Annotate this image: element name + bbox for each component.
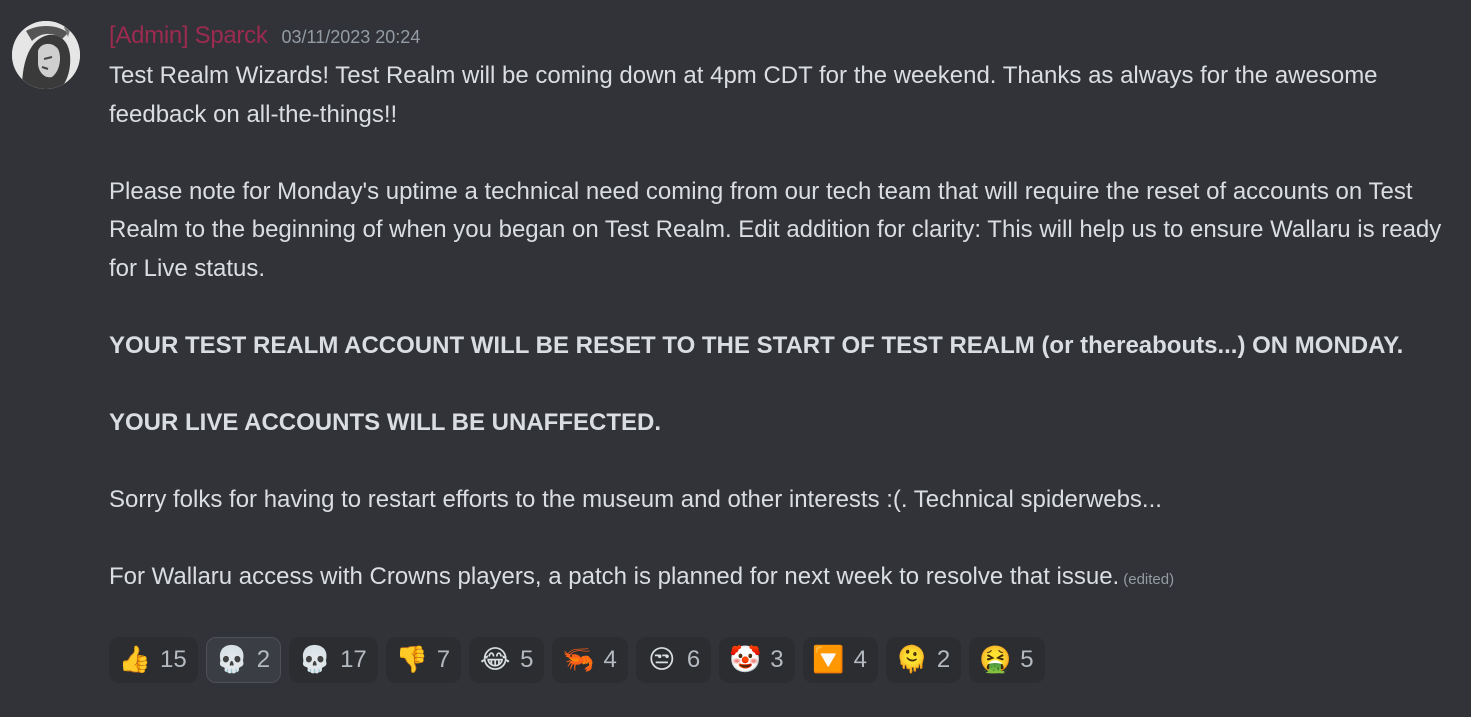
- message-paragraph: Test Realm Wizards! Test Realm will be c…: [109, 62, 1378, 128]
- reaction-count: 5: [520, 646, 534, 673]
- shrimp-icon: 🦐: [562, 645, 595, 675]
- message-paragraph-bold: YOUR TEST REALM ACCOUNT WILL BE RESET TO…: [109, 331, 1404, 359]
- message-paragraph-last: For Wallaru access with Crowns players, …: [109, 558, 1457, 600]
- unamused-face-icon: 😒: [648, 645, 676, 675]
- reaction-button[interactable]: 😂 5: [469, 637, 545, 683]
- vomiting-face-icon: 🤮: [979, 645, 1012, 675]
- reactions-bar: 👍 15 💀 2 💀 17 👎 7 😂 5 🦐 4 😒 6 🤡 3 🔽 4 🫠 2 🤮 5: [109, 637, 1045, 683]
- reaction-button[interactable]: 👎 7: [385, 637, 462, 683]
- message-paragraph-text: For Wallaru access with Crowns players, …: [109, 562, 1120, 590]
- reaction-count: 2: [936, 646, 951, 673]
- reaction-button[interactable]: 🦐 4: [552, 637, 628, 683]
- tears-of-joy-icon: 😂: [479, 645, 511, 675]
- melting-face-icon: 🫠: [895, 645, 929, 675]
- message-content: [Admin] Sparck 03/11/2023 20:24 Test Rea…: [109, 22, 1457, 599]
- message-paragraph: Please note for Monday's uptime a techni…: [109, 177, 1442, 282]
- thumbs-up-icon: 👍: [118, 645, 152, 675]
- reaction-count: 4: [603, 646, 617, 673]
- message-body: Test Realm Wizards! Test Realm will be c…: [109, 57, 1457, 599]
- thumbs-down-icon: 👎: [395, 645, 428, 675]
- reaction-count: 7: [436, 646, 451, 673]
- reaction-button[interactable]: 🔽 4: [802, 637, 878, 683]
- reaction-count: 15: [160, 646, 187, 673]
- reaction-button[interactable]: 👍 15: [109, 637, 198, 683]
- reaction-button[interactable]: 🫠 2: [885, 637, 962, 683]
- message-paragraph-bold: YOUR LIVE ACCOUNTS WILL BE UNAFFECTED.: [109, 408, 661, 436]
- chat-message: [Admin] Sparck 03/11/2023 20:24 Test Rea…: [0, 0, 1471, 717]
- reaction-button[interactable]: 💀 17: [289, 637, 378, 683]
- reaction-count: 2: [256, 646, 271, 673]
- avatar[interactable]: [12, 21, 80, 89]
- message-paragraph: Sorry folks for having to restart effort…: [109, 485, 1162, 513]
- reaction-button[interactable]: 🤮 5: [969, 637, 1045, 683]
- reaction-count: 4: [853, 646, 867, 673]
- down-arrow-button-icon: 🔽: [812, 645, 845, 675]
- skull-icon: 💀: [215, 645, 248, 675]
- skull-icon: 💀: [298, 645, 332, 675]
- timestamp[interactable]: 03/11/2023 20:24: [282, 27, 421, 48]
- reaction-button[interactable]: 🤡 3: [719, 637, 795, 683]
- username[interactable]: [Admin] Sparck: [109, 22, 268, 50]
- reaction-count: 5: [1020, 646, 1034, 673]
- reaction-button[interactable]: 💀 2: [205, 637, 282, 683]
- clown-face-icon: 🤡: [729, 645, 762, 675]
- edited-label: (edited): [1123, 570, 1175, 588]
- reaction-count: 17: [340, 646, 367, 673]
- reaction-count: 3: [770, 646, 784, 673]
- reaction-count: 6: [686, 646, 701, 673]
- message-header: [Admin] Sparck 03/11/2023 20:24: [109, 22, 1457, 54]
- reaction-button[interactable]: 😒 6: [635, 637, 712, 683]
